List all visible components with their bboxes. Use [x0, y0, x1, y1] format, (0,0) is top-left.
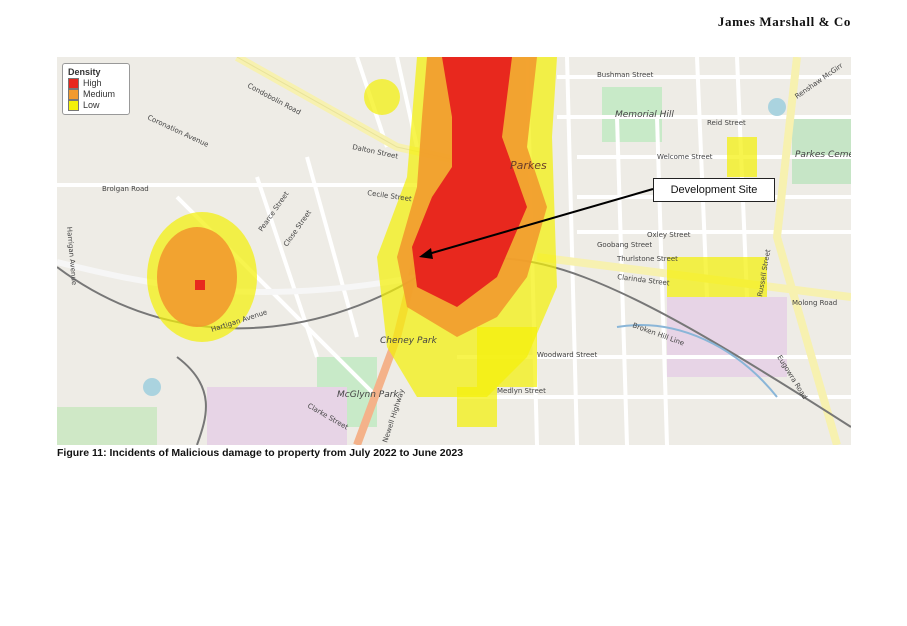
pond-2	[768, 98, 786, 116]
legend-item-low: Low	[68, 100, 124, 111]
label-woodward-street: Woodward Street	[537, 351, 597, 359]
landuse-zone-2	[667, 297, 787, 377]
label-harrigan-avenue: Harrigan Avenue	[65, 226, 78, 285]
legend-swatch-low	[68, 100, 79, 111]
label-medlyn-street: Medlyn Street	[497, 387, 546, 395]
label-parkes-cemetery: Parkes Cemetery	[795, 150, 851, 160]
label-mcglynn-park: McGlynn Park	[337, 390, 399, 400]
label-close-street: Close Street	[282, 208, 313, 248]
label-renshaw-mcgirr: Renshaw McGirr	[794, 62, 845, 101]
pond-1	[143, 378, 161, 396]
legend-item-high: High	[68, 78, 124, 89]
legend-swatch-high	[68, 78, 79, 89]
figure-caption: Figure 11: Incidents of Malicious damage…	[57, 447, 464, 459]
label-memorial-hill: Memorial Hill	[615, 110, 674, 120]
legend-label-high: High	[83, 78, 102, 88]
label-reid-street: Reid Street	[707, 119, 746, 127]
legend-title: Density	[68, 67, 101, 77]
legend-swatch-medium	[68, 89, 79, 100]
label-coronation-avenue: Coronation Avenue	[146, 114, 210, 149]
label-parkes: Parkes	[510, 159, 547, 172]
label-oxley-street: Oxley Street	[647, 231, 691, 239]
label-brolgan-road: Brolgan Road	[102, 185, 149, 193]
heatmap-map[interactable]: Condobolin Road Dalton Street Brolgan Ro…	[57, 57, 851, 445]
company-brand: James Marshall & Co	[717, 14, 851, 29]
density-legend: Density High Medium Low	[62, 63, 130, 115]
development-site-callout: Development Site	[653, 178, 775, 202]
label-bushman-street: Bushman Street	[597, 71, 654, 79]
landuse-zone-3	[57, 407, 157, 445]
label-welcome-street: Welcome Street	[657, 153, 713, 161]
label-goobang-street: Goobang Street	[597, 241, 652, 249]
legend-label-low: Low	[83, 100, 100, 110]
label-cheney-park: Cheney Park	[380, 336, 438, 346]
label-eugowra-road: Eugowra Road	[775, 354, 808, 401]
legend-label-medium: Medium	[83, 89, 116, 99]
label-thurlstone-street: Thurlstone Street	[616, 255, 678, 263]
map-canvas: Condobolin Road Dalton Street Brolgan Ro…	[57, 57, 851, 445]
legend-item-medium: Medium	[68, 89, 124, 100]
label-molong-road: Molong Road	[792, 299, 837, 307]
